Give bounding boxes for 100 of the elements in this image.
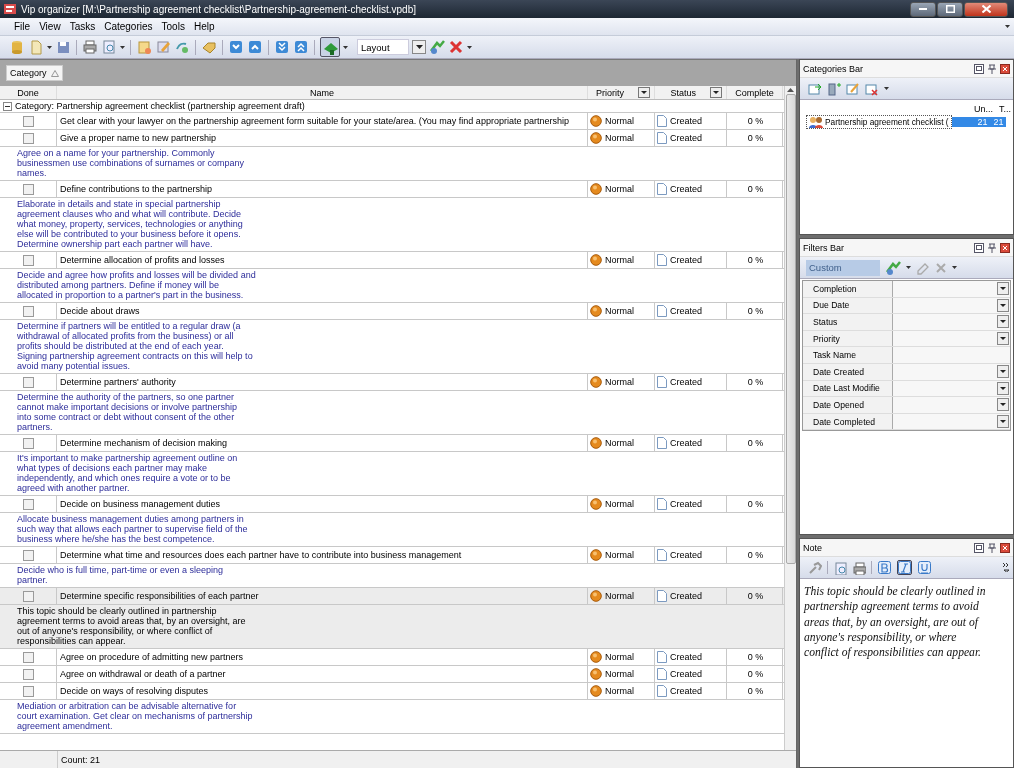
underline-icon bbox=[918, 561, 931, 574]
collapse-icon[interactable] bbox=[3, 101, 12, 111]
dropdown-caret-icon[interactable] bbox=[884, 87, 889, 90]
filter-value-field[interactable] bbox=[893, 314, 1010, 330]
menu-item[interactable]: Help bbox=[189, 20, 219, 33]
filter-value-field[interactable] bbox=[893, 397, 1010, 413]
filter-value-field[interactable] bbox=[893, 281, 1010, 297]
column-filter-button[interactable] bbox=[638, 87, 650, 98]
status-text: Created bbox=[670, 499, 703, 509]
filter-dropdown-button[interactable] bbox=[997, 282, 1009, 296]
dropdown-caret-icon[interactable] bbox=[906, 266, 911, 269]
print-preview-icon[interactable] bbox=[833, 560, 847, 575]
checkbox[interactable] bbox=[22, 132, 34, 144]
checkbox[interactable] bbox=[22, 115, 34, 127]
delete-icon[interactable] bbox=[448, 39, 464, 55]
float-icon[interactable] bbox=[974, 542, 984, 553]
database-icon[interactable] bbox=[9, 39, 25, 55]
menu-item[interactable]: View bbox=[35, 20, 65, 33]
checkbox[interactable] bbox=[22, 183, 34, 195]
layout-dropdown-button[interactable] bbox=[412, 40, 426, 54]
print-icon[interactable] bbox=[82, 39, 98, 55]
menu-item[interactable]: Categories bbox=[100, 20, 157, 33]
edit-category-icon[interactable] bbox=[846, 81, 860, 96]
column-header[interactable]: Priority bbox=[596, 87, 624, 98]
tag-icon[interactable] bbox=[201, 39, 217, 55]
filter-dropdown-button[interactable] bbox=[997, 298, 1009, 312]
close-icon[interactable] bbox=[1000, 63, 1010, 74]
checkbox[interactable] bbox=[22, 498, 34, 510]
dropdown-caret-icon[interactable] bbox=[467, 45, 472, 49]
caret-icon bbox=[1000, 287, 1006, 291]
underline-button[interactable] bbox=[917, 560, 932, 575]
filter-preset-field[interactable]: Custom bbox=[806, 259, 880, 276]
filter-dropdown-button[interactable] bbox=[997, 332, 1009, 346]
add-subcategory-icon[interactable] bbox=[827, 81, 841, 96]
status-text: Created bbox=[670, 591, 703, 601]
checkbox[interactable] bbox=[22, 685, 34, 697]
apply-filter-icon[interactable] bbox=[885, 259, 901, 276]
close-icon[interactable] bbox=[1000, 242, 1010, 253]
column-filter-button[interactable] bbox=[710, 87, 722, 98]
column-header[interactable]: Status bbox=[670, 87, 696, 98]
restore-button[interactable] bbox=[937, 1, 963, 17]
edit-icon[interactable] bbox=[155, 39, 171, 55]
delete-icon[interactable] bbox=[935, 261, 947, 274]
column-header[interactable]: T... bbox=[999, 103, 1011, 114]
pin-icon[interactable] bbox=[987, 63, 997, 74]
filter-text-field[interactable] bbox=[893, 347, 1010, 363]
column-header[interactable]: Done bbox=[0, 86, 57, 99]
dropdown-caret-icon[interactable] bbox=[343, 45, 348, 49]
column-header[interactable]: Name bbox=[57, 86, 588, 99]
collapse-all-icon[interactable] bbox=[293, 39, 309, 55]
float-icon[interactable] bbox=[974, 63, 984, 74]
new-task-icon[interactable] bbox=[136, 39, 152, 55]
checkbox[interactable] bbox=[22, 668, 34, 680]
menu-item[interactable]: Tools bbox=[157, 20, 189, 33]
filter-dropdown-button[interactable] bbox=[997, 381, 1009, 395]
pin-icon[interactable] bbox=[987, 242, 997, 253]
checkbox[interactable] bbox=[22, 590, 34, 602]
selected-row-highlight[interactable]: Determine specific responsibilities of each partner Normal Created 0 % bbox=[0, 588, 784, 605]
minimize-button[interactable] bbox=[910, 1, 936, 17]
status-text: Created bbox=[670, 133, 703, 143]
checkbox[interactable] bbox=[22, 305, 34, 317]
menu-overflow-icon[interactable] bbox=[1005, 25, 1010, 28]
priority-text: Normal bbox=[605, 116, 634, 126]
document-icon bbox=[657, 254, 667, 266]
people-icon bbox=[809, 116, 823, 128]
filter-dropdown-button[interactable] bbox=[997, 315, 1009, 329]
dropdown-caret-icon[interactable] bbox=[47, 45, 52, 49]
close-icon[interactable] bbox=[1000, 542, 1010, 553]
italic-button[interactable] bbox=[897, 560, 912, 575]
checkbox[interactable] bbox=[22, 376, 34, 388]
close-button[interactable] bbox=[964, 1, 1008, 17]
column-header[interactable]: Un... bbox=[973, 103, 993, 114]
move-up-icon[interactable] bbox=[247, 39, 263, 55]
priority-text: Normal bbox=[605, 686, 634, 696]
print-icon[interactable] bbox=[852, 560, 866, 575]
completion-text: 0 % bbox=[727, 649, 783, 665]
float-icon[interactable] bbox=[974, 242, 984, 253]
group-by-chip[interactable]: Category bbox=[6, 65, 63, 81]
delete-category-icon[interactable] bbox=[865, 81, 879, 96]
checkbox[interactable] bbox=[22, 254, 34, 266]
checkbox[interactable] bbox=[22, 651, 34, 663]
filter-dropdown-button[interactable] bbox=[997, 398, 1009, 412]
checkbox[interactable] bbox=[22, 437, 34, 449]
pin-icon[interactable] bbox=[987, 542, 997, 553]
expand-all-icon[interactable] bbox=[274, 39, 290, 55]
menu-item[interactable]: Tasks bbox=[65, 20, 100, 33]
dropdown-caret-icon[interactable] bbox=[952, 266, 957, 269]
dropdown-caret-icon[interactable] bbox=[120, 45, 125, 49]
layout-field[interactable]: Layout bbox=[357, 39, 409, 55]
column-header[interactable]: Complete bbox=[727, 86, 783, 99]
move-down-icon[interactable] bbox=[228, 39, 244, 55]
add-category-icon[interactable] bbox=[808, 81, 822, 96]
filter-dropdown-button[interactable] bbox=[997, 415, 1009, 429]
checkbox[interactable] bbox=[22, 549, 34, 561]
bold-button[interactable] bbox=[877, 560, 892, 575]
filter-dropdown-button[interactable] bbox=[997, 365, 1009, 379]
scrollbar[interactable] bbox=[784, 86, 796, 750]
overflow-icon[interactable] bbox=[1003, 563, 1010, 572]
menu-item[interactable]: File bbox=[10, 20, 35, 33]
priority-icon bbox=[590, 376, 602, 388]
